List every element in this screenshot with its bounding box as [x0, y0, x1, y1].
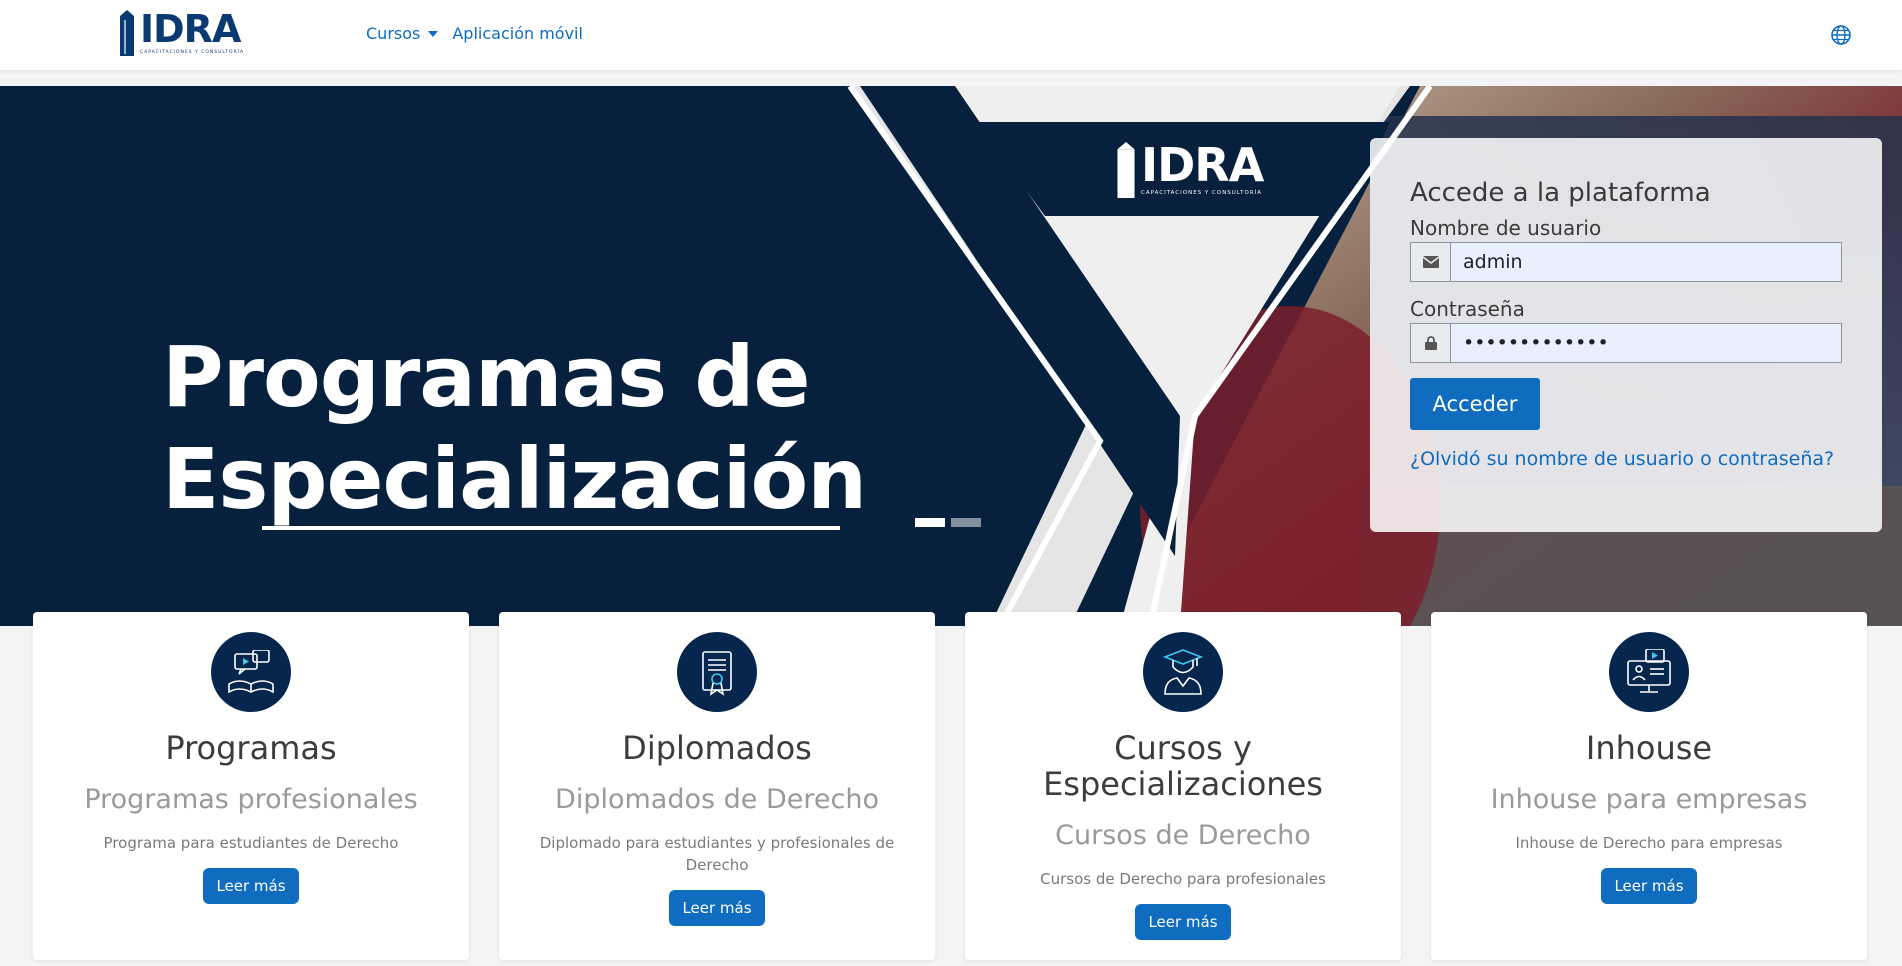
- read-more-button[interactable]: Leer más: [1601, 868, 1697, 904]
- card-subtitle: Inhouse para empresas: [1490, 784, 1808, 815]
- card-cursos: Cursos y Especializaciones Cursos de Der…: [965, 612, 1401, 960]
- nav-item-aplicacion-movil[interactable]: Aplicación móvil: [452, 24, 583, 43]
- card-inhouse: Inhouse Inhouse para empresas Inhouse de…: [1431, 612, 1867, 960]
- graduate-icon: [1143, 632, 1223, 712]
- read-more-button[interactable]: Leer más: [1135, 904, 1231, 940]
- logo-wordmark: IDRA: [140, 7, 241, 51]
- card-title: Cursos y Especializaciones: [1043, 729, 1323, 803]
- card-description: Diplomado para estudiantes y profesional…: [539, 834, 895, 874]
- login-panel: Accede a la plataforma Nombre de usuario…: [1370, 138, 1882, 532]
- forgot-password-link[interactable]: ¿Olvidó su nombre de usuario o contraseñ…: [1410, 448, 1842, 470]
- hero-title-line1: Programas de: [162, 328, 811, 426]
- hero-logo-wordmark: IDRA: [1141, 138, 1264, 192]
- username-input[interactable]: admin: [1450, 242, 1842, 282]
- certificate-icon: [677, 632, 757, 712]
- carousel-indicators: [915, 518, 981, 527]
- password-label: Contraseña: [1410, 297, 1525, 321]
- password-input[interactable]: •••••••••••••: [1450, 323, 1842, 363]
- card-subtitle: Programas profesionales: [84, 784, 418, 815]
- hero-underline: [262, 526, 840, 530]
- card-subtitle: Diplomados de Derecho: [555, 784, 879, 815]
- nav-item-cursos-label: Cursos: [366, 24, 421, 43]
- card-programas: Programas Programas profesionales Progra…: [33, 612, 469, 960]
- feature-cards: Programas Programas profesionales Progra…: [33, 612, 1869, 960]
- top-navbar: IDRA CAPACITACIONES Y CONSULTORÍA Cursos…: [0, 0, 1902, 70]
- chevron-down-icon: [428, 30, 439, 37]
- envelope-icon: [1410, 242, 1450, 282]
- password-field: •••••••••••••: [1410, 323, 1842, 363]
- card-title: Programas: [165, 729, 337, 767]
- hero-logo-tagline: CAPACITACIONES Y CONSULTORÍA: [1141, 190, 1263, 196]
- card-subtitle: Cursos de Derecho: [1055, 820, 1311, 851]
- carousel-indicator-1[interactable]: [915, 518, 945, 527]
- primary-nav: Cursos Aplicación móvil: [366, 24, 583, 43]
- nav-item-cursos[interactable]: Cursos: [366, 24, 439, 43]
- card-title: Inhouse: [1585, 729, 1713, 767]
- card-title: Diplomados: [622, 729, 812, 767]
- hero-title-line2: Especialización: [162, 430, 867, 528]
- video-book-icon: [211, 632, 291, 712]
- card-description: Programa para estudiantes de Derecho: [103, 834, 399, 852]
- globe-icon[interactable]: [1830, 24, 1852, 46]
- hero-logo: IDRA CAPACITACIONES Y CONSULTORÍA: [1115, 138, 1264, 198]
- card-description: Cursos de Derecho para profesionales: [1040, 870, 1326, 888]
- read-more-button[interactable]: Leer más: [669, 890, 765, 926]
- login-title: Accede a la plataforma: [1410, 178, 1711, 208]
- username-field: admin: [1410, 242, 1842, 282]
- hero-logo-mark-icon: [1117, 142, 1135, 198]
- hero-title: Programas de Especialización: [162, 326, 867, 530]
- logo-tagline: CAPACITACIONES Y CONSULTORÍA: [140, 50, 245, 55]
- card-diplomados: Diplomados Diplomados de Derecho Diploma…: [499, 612, 935, 960]
- lock-icon: [1410, 323, 1450, 363]
- logo-mark-icon: [120, 10, 134, 56]
- card-description: Inhouse de Derecho para empresas: [1515, 834, 1783, 852]
- site-logo[interactable]: IDRA CAPACITACIONES Y CONSULTORÍA: [118, 10, 248, 58]
- read-more-button[interactable]: Leer más: [203, 868, 299, 904]
- login-button[interactable]: Acceder: [1410, 378, 1540, 430]
- online-class-icon: [1609, 632, 1689, 712]
- carousel-indicator-2[interactable]: [951, 518, 981, 527]
- username-label: Nombre de usuario: [1410, 216, 1602, 240]
